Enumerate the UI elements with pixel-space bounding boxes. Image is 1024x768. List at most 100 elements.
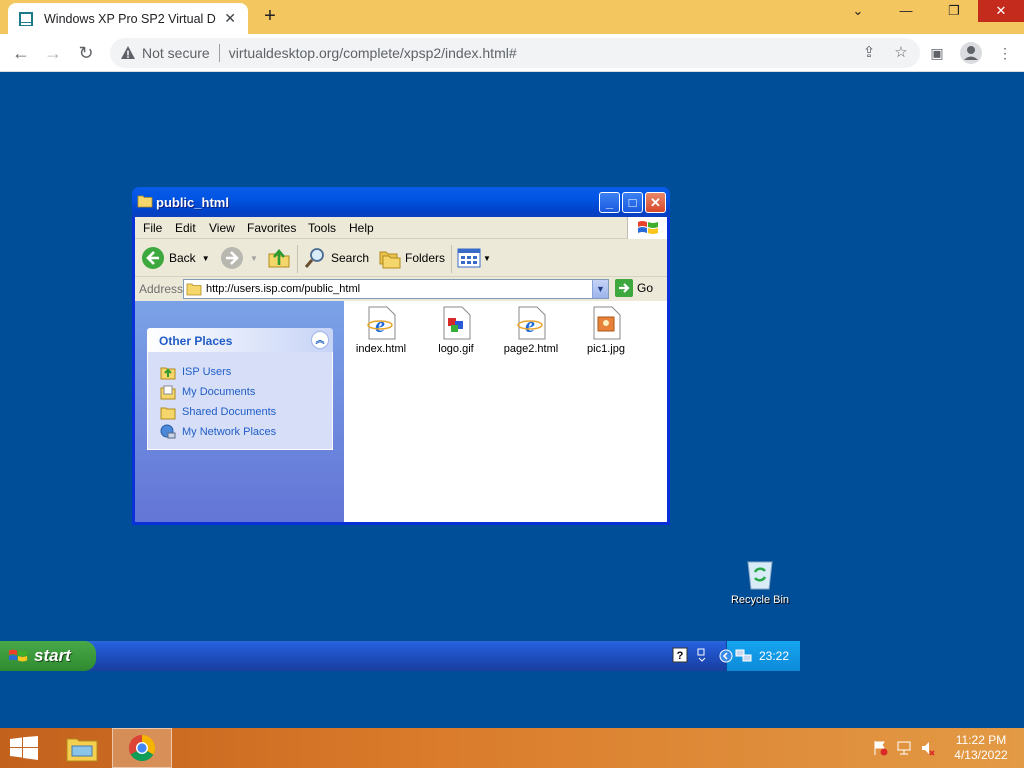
up-folder-button[interactable] — [267, 245, 291, 271]
profile-avatar-icon[interactable] — [960, 42, 982, 64]
menu-file[interactable]: File — [143, 221, 162, 235]
browser-tabstrip: Windows XP Pro SP2 Virtual Desktop ✕ + ⌄… — [0, 0, 1024, 34]
address-text: http://users.isp.com/public_html — [206, 283, 361, 295]
security-label: Not secure — [142, 45, 210, 61]
maximize-button[interactable]: □ — [622, 192, 643, 213]
forward-arrow-icon — [221, 247, 243, 269]
task-pane: Other Places ︽ ISP Users My Documents Sh… — [135, 301, 344, 522]
explorer-content: Other Places ︽ ISP Users My Documents Sh… — [135, 301, 667, 522]
menu-bar: File Edit View Favorites Tools Help — [135, 217, 667, 239]
recycle-bin[interactable]: Recycle Bin — [724, 558, 796, 606]
explorer-window: public_html _ □ ✕ File Edit View Favorit… — [132, 187, 670, 525]
menu-edit[interactable]: Edit — [175, 221, 196, 235]
warning-icon — [121, 46, 135, 59]
window-titlebar[interactable]: public_html _ □ ✕ — [132, 187, 670, 217]
views-grid-icon — [457, 248, 481, 268]
url-text[interactable]: virtualdesktop.org/complete/xpsp2/index.… — [229, 45, 517, 61]
back-arrow-icon — [142, 247, 164, 269]
start-label: start — [34, 646, 71, 665]
file-item[interactable]: e page2.html — [494, 306, 568, 355]
help-icon[interactable]: ? — [672, 647, 688, 663]
search-button[interactable]: Search — [303, 245, 369, 271]
chevron-down-icon[interactable]: ▼ — [250, 254, 258, 263]
close-tab-icon[interactable]: ✕ — [222, 10, 238, 27]
address-label: Address — [139, 282, 184, 296]
address-dropdown-icon[interactable]: ▼ — [592, 280, 608, 298]
bookmark-star-icon[interactable]: ☆ — [892, 44, 910, 62]
forward-arrow-icon[interactable]: → — [40, 41, 66, 65]
place-isp-users[interactable]: ISP Users — [160, 362, 332, 382]
host-clock[interactable]: 11:22 PM 4/13/2022 — [942, 733, 1020, 763]
folder-up-icon — [268, 248, 290, 268]
toolbar-separator — [297, 245, 298, 273]
close-button[interactable]: ✕ — [645, 192, 666, 213]
windows-start-icon[interactable] — [10, 736, 38, 760]
shared-folder-icon — [160, 407, 176, 420]
chevron-down-icon[interactable]: ⌄ — [834, 0, 882, 22]
new-tab-button[interactable]: + — [258, 4, 282, 28]
svg-text:?: ? — [677, 650, 684, 662]
other-places-list: ISP Users My Documents Shared Documents … — [147, 352, 333, 450]
xp-start-button[interactable]: start — [0, 641, 96, 671]
file-item[interactable]: e index.html — [344, 306, 418, 355]
go-button[interactable]: Go — [615, 279, 653, 297]
other-places-header[interactable]: Other Places ︽ — [147, 328, 333, 352]
file-name: pic1.jpg — [587, 343, 625, 355]
host-system-tray — [872, 740, 936, 756]
ie-html-icon: e — [517, 306, 546, 340]
go-arrow-icon — [615, 279, 633, 297]
xp-clock[interactable]: 23:22 — [759, 649, 789, 663]
place-my-network-places[interactable]: My Network Places — [160, 422, 332, 442]
recycle-bin-icon — [747, 561, 773, 590]
network-places-icon — [160, 424, 176, 439]
place-label: My Network Places — [182, 426, 277, 438]
back-arrow-icon[interactable]: ← — [8, 41, 34, 65]
chevron-down-icon[interactable]: ▼ — [202, 254, 210, 263]
menu-tools[interactable]: Tools — [308, 221, 336, 235]
restore-button[interactable]: ❐ — [930, 0, 978, 22]
menu-help[interactable]: Help — [349, 221, 374, 235]
views-button[interactable]: ▼ — [457, 245, 491, 271]
search-label: Search — [331, 251, 370, 265]
network-connection-icon[interactable] — [735, 648, 753, 664]
address-bar[interactable]: Not secure virtualdesktop.org/complete/x… — [110, 38, 920, 68]
minimize-button[interactable]: — — [882, 0, 930, 22]
pinned-file-explorer[interactable] — [52, 728, 112, 768]
standard-toolbar: Back ▼ ▼ Search Folders ▼ — [135, 239, 667, 277]
file-item[interactable]: pic1.jpg — [569, 306, 643, 355]
side-panel-icon[interactable]: ▣ — [926, 42, 948, 64]
browser-tab[interactable]: Windows XP Pro SP2 Virtual Desktop ✕ — [8, 3, 248, 34]
chevron-down-icon[interactable]: ▼ — [483, 254, 491, 263]
place-my-documents[interactable]: My Documents — [160, 382, 332, 402]
menu-view[interactable]: View — [209, 221, 235, 235]
file-name: index.html — [355, 343, 407, 355]
windows-flag-logo — [627, 217, 667, 239]
file-item[interactable]: logo.gif — [419, 306, 493, 355]
network-icon[interactable] — [896, 740, 912, 756]
action-center-flag-icon[interactable] — [872, 740, 888, 756]
collapse-chevron-icon[interactable]: ︽ — [311, 331, 329, 349]
back-button[interactable]: Back ▼ — [141, 245, 210, 271]
address-input[interactable]: http://users.isp.com/public_html ▼ — [183, 279, 609, 299]
browser-window-controls: ⌄ — ❐ ✕ — [834, 0, 1024, 34]
folder-up-icon — [160, 367, 176, 380]
pinned-chrome[interactable] — [112, 728, 172, 768]
forward-button[interactable]: ▼ — [220, 245, 258, 271]
menu-favorites[interactable]: Favorites — [247, 221, 296, 235]
other-places-panel: Other Places ︽ ISP Users My Documents Sh… — [147, 328, 333, 450]
file-name: page2.html — [503, 343, 559, 355]
chevron-left-icon[interactable] — [719, 649, 733, 663]
jpg-image-icon — [593, 306, 621, 340]
site-favicon-icon — [19, 11, 33, 26]
folders-button[interactable]: Folders — [377, 245, 445, 271]
volume-muted-icon[interactable] — [920, 740, 936, 756]
minimize-button[interactable]: _ — [599, 192, 620, 213]
menu-kebab-icon[interactable]: ⋮ — [994, 42, 1016, 64]
file-list: e index.html logo.gif e page2.html pic1.… — [344, 301, 667, 522]
reload-icon[interactable]: ↻ — [73, 41, 99, 65]
share-icon[interactable]: ⇪ — [860, 44, 878, 62]
safely-remove-icon[interactable] — [694, 647, 710, 663]
place-shared-documents[interactable]: Shared Documents — [160, 402, 332, 422]
folders-icon — [379, 251, 401, 269]
close-window-button[interactable]: ✕ — [978, 0, 1024, 22]
